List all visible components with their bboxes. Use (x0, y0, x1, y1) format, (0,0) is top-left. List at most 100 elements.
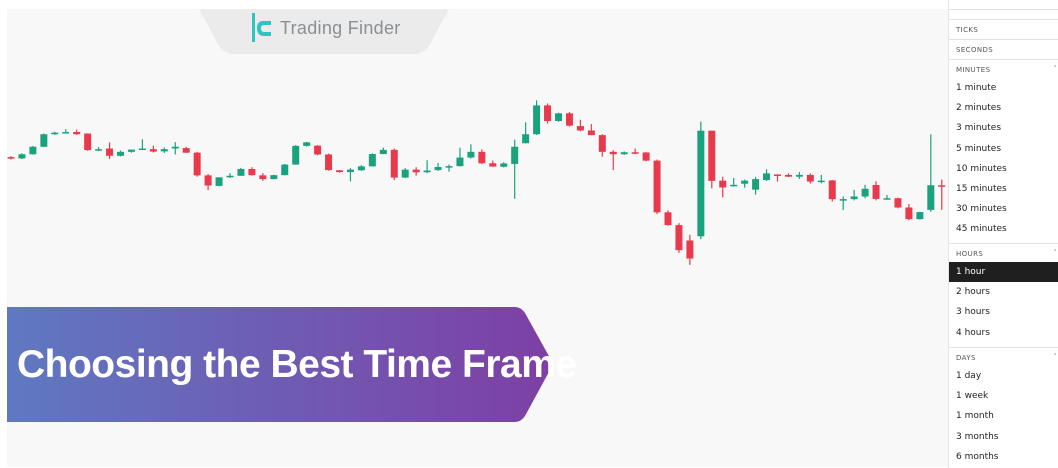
candle (281, 163, 289, 176)
candle (95, 146, 103, 151)
timeframe-item-45-minutes[interactable]: 45 minutes (949, 219, 1058, 239)
candle-body (193, 152, 201, 176)
candle (555, 112, 562, 122)
timeframe-item-1-month[interactable]: 1 month (949, 406, 1058, 426)
timeframe-item-1-minute[interactable]: 1 minute (949, 78, 1058, 98)
candle (314, 145, 322, 156)
candle (905, 203, 913, 221)
candle-body (894, 198, 902, 208)
candle (817, 174, 825, 184)
candle (390, 148, 398, 181)
candle-body (215, 177, 223, 186)
timeframe-item-1-week[interactable]: 1 week (949, 386, 1058, 406)
candle-body (423, 170, 431, 173)
section-header-ticks[interactable]: TICKS (956, 26, 978, 34)
candle-body (292, 145, 300, 165)
section-header-hours[interactable]: HOURS (956, 250, 983, 258)
candle-body (697, 130, 705, 237)
timeframe-item-1-hour[interactable]: 1 hour (949, 262, 1058, 282)
candle-body (456, 157, 464, 167)
section-header-minutes[interactable]: MINUTES (956, 66, 990, 74)
timeframe-item-1-day[interactable]: 1 day (949, 366, 1058, 386)
candle-body (916, 212, 924, 220)
candle-body (270, 175, 278, 180)
chart-area[interactable]: Trading Finder Choosing the Best Time Fr… (7, 9, 948, 467)
candle (106, 142, 114, 159)
candle (576, 119, 584, 132)
candle (204, 174, 212, 191)
candle (182, 146, 190, 153)
candle (795, 172, 803, 179)
candle (927, 134, 935, 212)
candle-body (817, 180, 825, 183)
chevron-up-icon[interactable]: ˄ (1054, 353, 1058, 361)
chevron-up-icon[interactable]: ˄ (1054, 65, 1058, 73)
timeframe-item-4-hours[interactable]: 4 hours (949, 323, 1058, 343)
candle (828, 179, 836, 202)
candle (423, 160, 431, 174)
candle-body (806, 174, 814, 182)
candle-body (587, 130, 595, 136)
timeframe-item-2-hours[interactable]: 2 hours (949, 282, 1058, 302)
candle (292, 145, 300, 165)
candle (587, 124, 595, 136)
candle-body (18, 154, 26, 159)
candle-body (609, 151, 617, 155)
candle-body (784, 174, 792, 177)
candle (149, 145, 157, 153)
candle (346, 168, 354, 182)
menu-top-divider (949, 9, 1058, 10)
candle-body (182, 148, 190, 153)
candle-body (686, 240, 694, 259)
timeframe-item-3-months[interactable]: 3 months (949, 427, 1058, 447)
candle-body (138, 148, 146, 151)
timeframe-item-2-minutes[interactable]: 2 minutes (949, 98, 1058, 118)
candle (533, 100, 541, 135)
candle (784, 173, 792, 178)
timeframe-item-10-minutes[interactable]: 10 minutes (949, 159, 1058, 179)
candle (686, 234, 694, 265)
section-header-seconds[interactable]: SECONDS (956, 46, 993, 54)
timeframe-menu[interactable]: TICKS SECONDS MINUTES ˄ 1 minute 2 minutes 3 m… (948, 0, 1058, 468)
title-banner: Choosing the Best Time Frame (7, 307, 577, 422)
candle-body (883, 198, 891, 200)
candle (379, 147, 387, 155)
candle (653, 159, 661, 215)
candle-body (763, 173, 771, 180)
candle (544, 103, 552, 124)
candle (565, 112, 573, 127)
candle-body (544, 105, 552, 122)
candle (445, 164, 453, 172)
candle (489, 160, 497, 167)
candle-body (40, 134, 48, 147)
candle (51, 131, 59, 135)
candle-body (872, 185, 880, 199)
timeframe-item-5-minutes[interactable]: 5 minutes (949, 139, 1058, 159)
candle-body (708, 130, 716, 181)
candle (7, 156, 15, 160)
candle (325, 153, 333, 171)
candle (456, 147, 464, 167)
candle (18, 153, 26, 160)
candle-body (511, 146, 519, 164)
chevron-up-icon[interactable]: ˄ (1054, 249, 1058, 257)
candle (741, 179, 749, 188)
candle-body (752, 179, 760, 190)
timeframe-item-3-hours[interactable]: 3 hours (949, 302, 1058, 322)
timeframe-item-6-months[interactable]: 6 months (949, 447, 1058, 467)
candle-body (445, 166, 453, 168)
candle (40, 133, 48, 148)
candle-body (522, 134, 530, 144)
candle-body (117, 151, 124, 156)
candle-body (565, 113, 573, 126)
section-header-days[interactable]: DAYS (956, 354, 976, 362)
candle (401, 168, 409, 178)
timeframe-item-3-minutes[interactable]: 3 minutes (949, 118, 1058, 138)
candle (511, 139, 519, 199)
candle-body (839, 199, 847, 201)
candle (850, 189, 858, 201)
candle-body (226, 175, 234, 178)
timeframe-item-15-minutes[interactable]: 15 minutes (949, 179, 1058, 199)
candle-body (303, 142, 311, 146)
timeframe-item-30-minutes[interactable]: 30 minutes (949, 199, 1058, 219)
